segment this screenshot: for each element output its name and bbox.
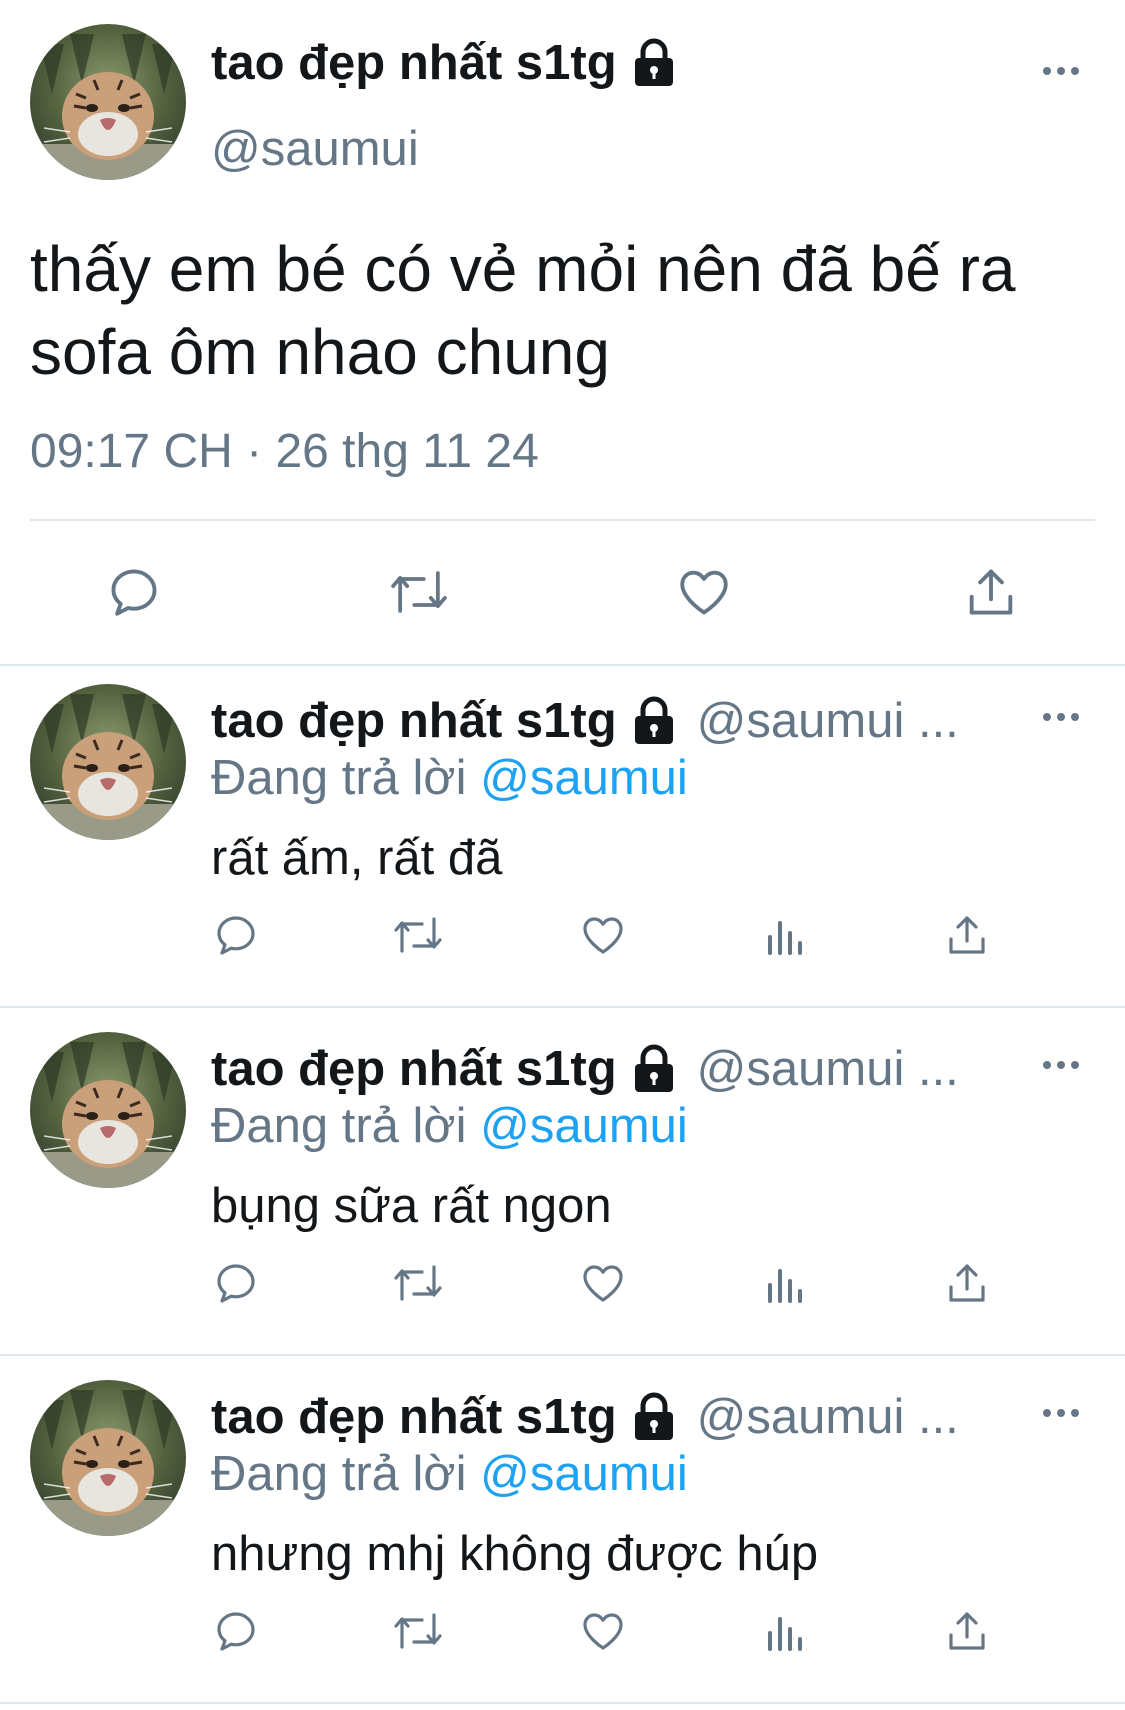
replying-to-line: Đang trả lời @saumui: [211, 754, 688, 803]
replying-to-line: Đang trả lời @saumui: [211, 1450, 688, 1499]
author-handle[interactable]: @saumui ...: [697, 1044, 959, 1094]
mention-link[interactable]: @saumui: [480, 1099, 688, 1153]
like-icon[interactable]: [579, 1607, 627, 1655]
reply-header: tao đẹp nhất s1tg @saumui ...: [211, 1044, 959, 1094]
separator: [0, 1006, 1125, 1008]
display-name[interactable]: tao đẹp nhất s1tg: [211, 38, 617, 88]
reply-icon[interactable]: [212, 1607, 260, 1655]
more-options-icon[interactable]: [1042, 712, 1080, 722]
reply-header: tao đẹp nhất s1tg @saumui ...: [211, 1392, 959, 1442]
tiger-avatar[interactable]: [30, 24, 186, 180]
replying-label: Đang trả lời: [211, 751, 467, 805]
author-handle[interactable]: @saumui ...: [697, 1392, 959, 1442]
more-options-icon[interactable]: [1042, 66, 1080, 76]
analytics-icon[interactable]: [762, 911, 810, 959]
analytics-icon[interactable]: [762, 1259, 810, 1307]
reply-tweet[interactable]: tao đẹp nhất s1tg @saumui ... Đang trả l…: [0, 1014, 1125, 1362]
reply-tweet[interactable]: tao đẹp nhất s1tg @saumui ... Đang trả l…: [0, 666, 1125, 1014]
author-name-row[interactable]: tao đẹp nhất s1tg: [211, 38, 675, 88]
like-icon[interactable]: [675, 563, 733, 621]
more-options-icon[interactable]: [1042, 1060, 1080, 1070]
display-name[interactable]: tao đẹp nhất s1tg: [211, 1392, 617, 1442]
display-name[interactable]: tao đẹp nhất s1tg: [211, 1044, 617, 1094]
tiger-avatar[interactable]: [30, 1380, 186, 1536]
main-tweet: tao đẹp nhất s1tg @saumui thấy em bé có …: [0, 0, 1125, 664]
share-icon[interactable]: [962, 563, 1020, 621]
lock-icon: [633, 1044, 675, 1094]
reply-icon[interactable]: [212, 1259, 260, 1307]
retweet-icon[interactable]: [390, 1259, 446, 1307]
retweet-icon[interactable]: [390, 1607, 446, 1655]
separator: [0, 1354, 1125, 1356]
reply-tweet[interactable]: tao đẹp nhất s1tg @saumui ... Đang trả l…: [0, 1362, 1125, 1710]
reply-icon[interactable]: [212, 911, 260, 959]
lock-icon: [633, 696, 675, 746]
share-icon[interactable]: [943, 911, 991, 959]
share-icon[interactable]: [943, 1259, 991, 1307]
replying-label: Đang trả lời: [211, 1447, 467, 1501]
reply-header: tao đẹp nhất s1tg @saumui ...: [211, 696, 959, 746]
tweet-text: bụng sữa rất ngon: [211, 1179, 612, 1233]
lock-icon: [633, 1392, 675, 1442]
more-options-icon[interactable]: [1042, 1408, 1080, 1418]
reply-icon[interactable]: [105, 563, 163, 621]
display-name[interactable]: tao đẹp nhất s1tg: [211, 696, 617, 746]
separator: [30, 519, 1095, 521]
like-icon[interactable]: [579, 1259, 627, 1307]
mention-link[interactable]: @saumui: [480, 751, 688, 805]
analytics-icon[interactable]: [762, 1607, 810, 1655]
share-icon[interactable]: [943, 1607, 991, 1655]
tiger-avatar[interactable]: [30, 684, 186, 840]
author-handle[interactable]: @saumui ...: [697, 696, 959, 746]
mention-link[interactable]: @saumui: [480, 1447, 688, 1501]
tweet-text: rất ấm, rất đã: [211, 831, 503, 885]
like-icon[interactable]: [579, 911, 627, 959]
retweet-icon[interactable]: [390, 911, 446, 959]
tweet-text: thấy em bé có vẻ mỏi nên đã bế ra sofa ô…: [30, 233, 1016, 388]
tweet-text: nhưng mhj không được húp: [211, 1527, 819, 1581]
replying-label: Đang trả lời: [211, 1099, 467, 1153]
tiger-avatar[interactable]: [30, 1032, 186, 1188]
tweet-timestamp[interactable]: 09:17 CH · 26 thg 11 24: [30, 428, 539, 476]
author-handle[interactable]: @saumui: [211, 125, 419, 174]
retweet-icon[interactable]: [386, 563, 452, 621]
lock-icon: [633, 38, 675, 88]
replying-to-line: Đang trả lời @saumui: [211, 1102, 688, 1151]
